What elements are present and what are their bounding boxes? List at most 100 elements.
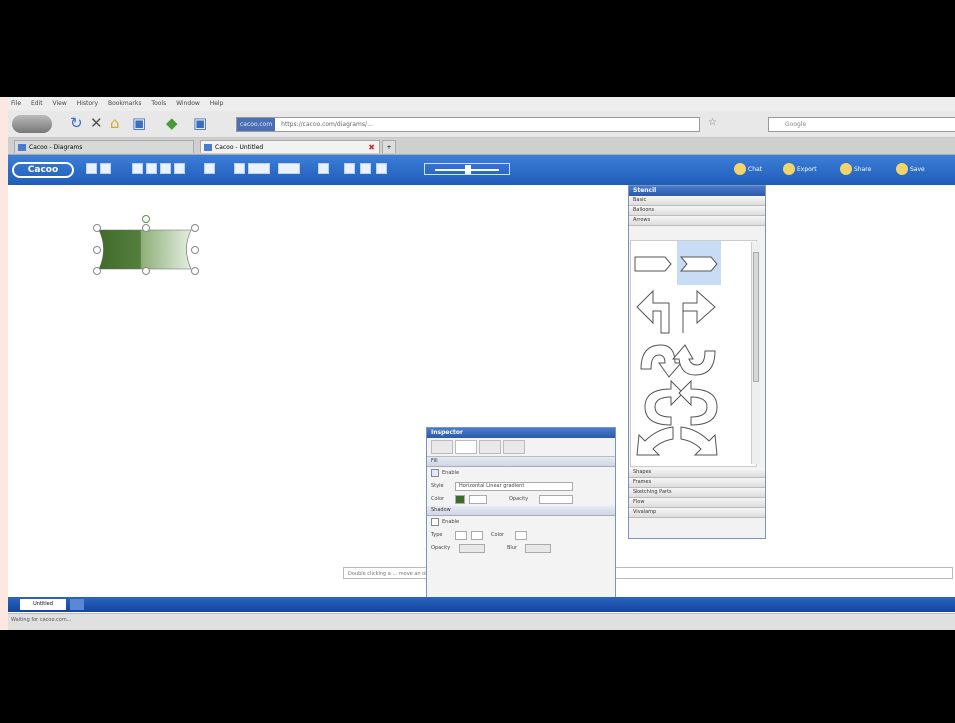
paste-icon[interactable] [160, 163, 171, 174]
resize-handle-left[interactable] [93, 246, 101, 254]
page-tab-untitled[interactable]: Untitled [20, 599, 66, 610]
layers-icon[interactable] [376, 163, 387, 174]
new-tab-button[interactable]: + [382, 140, 396, 153]
tab-fill-icon[interactable] [455, 440, 477, 454]
url-text: https://cacoo.com/diagrams/… [281, 121, 374, 128]
cacoo-logo: Cacoo [12, 162, 74, 178]
chat-button[interactable]: Chat [734, 163, 762, 176]
zoom-knob[interactable] [465, 165, 471, 174]
export-button[interactable]: Export [783, 163, 817, 176]
stencil-title: Stencil [629, 186, 765, 196]
menu-window[interactable]: Window [176, 100, 200, 107]
stencil-category-flow[interactable]: Flow [629, 498, 765, 508]
redo-icon[interactable] [100, 163, 111, 174]
text-tool-icon[interactable] [234, 163, 245, 174]
shadow-opacity-input[interactable] [459, 544, 485, 553]
menu-help[interactable]: Help [210, 100, 224, 107]
resize-handle-bottom-left[interactable] [93, 267, 101, 275]
search-input[interactable]: Google [768, 117, 955, 132]
grid-icon[interactable] [344, 163, 355, 174]
arrow-shapes-icon[interactable] [631, 241, 755, 465]
fill-enable-checkbox[interactable] [431, 468, 439, 477]
tab-shadow-icon[interactable] [503, 440, 525, 454]
copy-icon[interactable] [146, 163, 157, 174]
share-button[interactable]: Share [840, 163, 871, 176]
shadow-color-swatch[interactable] [515, 531, 527, 540]
rotate-handle[interactable] [142, 215, 150, 223]
cut-icon[interactable] [132, 163, 143, 174]
menu-edit[interactable]: Edit [31, 100, 43, 107]
stencil-category-basic[interactable]: Basic [629, 196, 765, 206]
fill-color-row: Color Opacity [427, 493, 615, 506]
letterbox-top [0, 0, 955, 97]
tab-label: Cacoo - Diagrams [29, 144, 83, 151]
line-tool-icon[interactable] [248, 163, 270, 174]
close-tab-icon[interactable]: ✖ [368, 141, 375, 154]
shadow-section-header[interactable]: Shadow [427, 506, 615, 516]
shadow-type-row: Type Color [427, 529, 615, 542]
delete-icon[interactable] [174, 163, 185, 174]
home-icon[interactable]: ⌂ [110, 114, 120, 132]
url-field[interactable]: cacoo.com https://cacoo.com/diagrams/… [236, 117, 700, 132]
fill-style-select[interactable]: Horizontal Linear gradient [455, 482, 573, 491]
tab-favicon [18, 144, 26, 151]
reload-icon[interactable]: ↻ [70, 114, 83, 132]
scrollbar-thumb[interactable] [753, 252, 759, 382]
stencil-category-sketching[interactable]: Sketching Parts [629, 488, 765, 498]
gradient-shape[interactable] [96, 223, 196, 272]
search-placeholder: Google [785, 121, 807, 128]
shadow-enable-checkbox[interactable] [431, 517, 439, 526]
menu-history[interactable]: History [77, 100, 98, 107]
back-forward-button[interactable] [12, 115, 52, 133]
pen-tool-icon[interactable] [318, 163, 329, 174]
url-identity-badge[interactable]: cacoo.com [237, 118, 276, 131]
resize-handle-top-right[interactable] [191, 224, 199, 232]
shadow-type-a[interactable] [455, 531, 467, 540]
addon-icon[interactable]: ◆ [166, 114, 178, 132]
stencil-category-frames[interactable]: Frames [629, 478, 765, 488]
stencil-scrollbar[interactable] [751, 242, 760, 464]
resize-handle-bottom-right[interactable] [191, 267, 199, 275]
site-icon[interactable]: ▣ [193, 114, 207, 132]
connector-tool-icon[interactable] [278, 163, 300, 174]
resize-handle-right[interactable] [191, 246, 199, 254]
bookmark-icon[interactable]: ▣ [132, 114, 146, 132]
stencil-shape-grid [630, 240, 757, 467]
menu-file[interactable]: File [11, 100, 21, 107]
stencil-category-vivalamp[interactable]: Vivalamp [629, 508, 765, 518]
star-icon[interactable]: ☆ [708, 117, 717, 128]
tab-label: Cacoo - Untitled [215, 144, 264, 151]
fill-color-swatch[interactable] [455, 495, 465, 504]
menu-tools[interactable]: Tools [151, 100, 166, 107]
stencil-category-shapes[interactable]: Shapes [629, 468, 765, 478]
tab-line-icon[interactable] [479, 440, 501, 454]
resize-handle-top-left[interactable] [93, 224, 101, 232]
fill-section-header[interactable]: Fill [427, 457, 615, 467]
navigation-bar: ↻ ✕ ⌂ ▣ ◆ ▣ cacoo.com https://cacoo.com/… [8, 111, 955, 138]
resize-handle-bottom[interactable] [142, 267, 150, 275]
letterbox-bottom [0, 630, 955, 723]
menu-bookmarks[interactable]: Bookmarks [108, 100, 142, 107]
shadow-type-b[interactable] [471, 531, 483, 540]
tab-favicon [204, 144, 212, 151]
selected-shape[interactable] [93, 215, 199, 275]
menu-view[interactable]: View [53, 100, 67, 107]
tab-diagrams[interactable]: Cacoo - Diagrams [14, 140, 194, 153]
shadow-blur-input[interactable] [525, 544, 551, 553]
stencil-category-balloons[interactable]: Balloons [629, 206, 765, 216]
resize-handle-top[interactable] [142, 224, 150, 232]
chat-icon [734, 163, 746, 175]
shadow-enable-row: Enable [427, 516, 615, 529]
stencil-category-arrows[interactable]: Arrows [629, 216, 765, 226]
snap-icon[interactable] [360, 163, 371, 174]
add-page-icon[interactable] [70, 599, 84, 610]
group-icon[interactable] [204, 163, 215, 174]
zoom-slider[interactable] [424, 163, 510, 175]
tab-text-icon[interactable] [431, 440, 453, 454]
save-button[interactable]: Save [896, 163, 925, 176]
stop-icon[interactable]: ✕ [90, 114, 103, 132]
undo-icon[interactable] [86, 163, 97, 174]
fill-opacity-input[interactable] [539, 495, 573, 504]
fill-color-swatch-2[interactable] [469, 495, 487, 504]
tab-untitled[interactable]: Cacoo - Untitled ✖ [200, 140, 380, 153]
